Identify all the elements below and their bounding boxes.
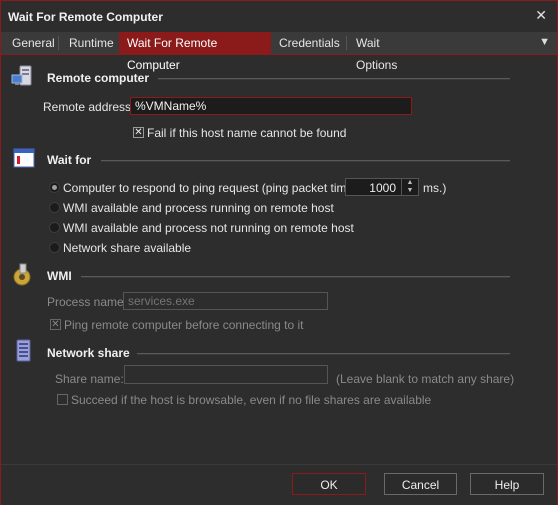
chevron-up-icon[interactable]: ▲ [402,179,418,187]
radio-network-share-label: Network share available [63,241,192,255]
process-name-input[interactable] [123,292,328,310]
close-icon[interactable]: ✕ [535,7,547,24]
tab-runtime[interactable]: Runtime [61,32,118,54]
window-title: Wait For Remote Computer [8,10,163,24]
server-icon [16,339,31,362]
wmi-heading: WMI [47,269,72,283]
cancel-button[interactable]: Cancel [384,473,457,495]
remote-address-label: Remote address: [43,100,135,114]
share-name-input[interactable] [124,365,328,384]
radio-wmi-process-running[interactable] [49,202,60,213]
wait-for-heading: Wait for [47,153,92,167]
ping-timeout-stepper[interactable]: 1000 ▲ ▼ [345,178,419,196]
dialog-window: Wait For Remote Computer ✕ General Runti… [0,0,558,505]
section-divider [101,160,510,162]
remote-address-input[interactable] [130,97,412,115]
tab-separator [58,36,59,50]
section-divider [158,78,510,80]
tab-wait-for-remote-computer[interactable]: Wait For Remote Computer [119,32,271,72]
ok-button[interactable]: OK [292,473,366,495]
fail-if-host-not-found-checkbox[interactable]: ✕ [133,127,144,138]
share-name-label: Share name: [55,372,124,386]
radio-wmi-process-not-running[interactable] [49,222,60,233]
window-icon [13,148,35,168]
network-share-heading: Network share [47,346,130,360]
chevron-down-icon[interactable]: ▼ [402,187,418,195]
tab-bar: General Runtime Wait For Remote Computer… [1,32,557,72]
remote-computer-icon [11,65,32,86]
process-name-label: Process name: [47,295,128,309]
succeed-if-browsable-label: Succeed if the host is browsable, even i… [71,393,432,407]
help-button[interactable]: Help [470,473,544,495]
radio-wmi-process-not-running-label: WMI available and process not running on… [63,221,354,235]
ping-timeout-value: 1000 [369,181,396,195]
title-bar[interactable]: Wait For Remote Computer ✕ [1,1,557,32]
succeed-if-browsable-checkbox[interactable] [57,394,68,405]
stepper-buttons[interactable]: ▲ ▼ [401,179,418,195]
dialog-footer: OK Cancel Help [1,464,557,505]
gear-icon [13,263,31,286]
tab-credentials[interactable]: Credentials [271,32,345,54]
tab-general[interactable]: General [4,32,57,54]
section-divider [137,353,510,355]
ping-before-connecting-label: Ping remote computer before connecting t… [64,318,304,332]
radio-ping-request[interactable] [49,182,60,193]
ping-before-connecting-checkbox[interactable]: ✕ [50,319,61,330]
radio-wmi-process-running-label: WMI available and process running on rem… [63,201,334,215]
radio-network-share[interactable] [49,242,60,253]
tab-wait-options[interactable]: Wait Options [348,32,428,72]
share-name-hint: (Leave blank to match any share) [336,372,515,386]
section-divider [81,276,510,278]
remote-computer-heading: Remote computer [47,71,150,85]
tab-separator [346,36,347,50]
tab-menu-icon[interactable]: ▼ [539,36,550,48]
ping-timeout-unit: ms.) [423,181,447,195]
radio-ping-request-label: Computer to respond to ping request (pin… [63,181,370,195]
fail-if-host-not-found-label: Fail if this host name cannot be found [147,126,347,140]
